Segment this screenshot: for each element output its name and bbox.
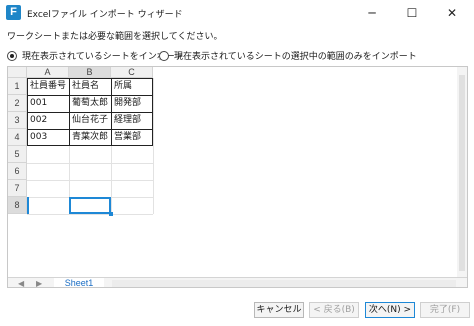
radio-button-unchecked[interactable] bbox=[159, 50, 169, 61]
window-title: Excelファイル インポート ウィザード bbox=[27, 10, 183, 20]
cell-b3[interactable]: 仙台花子 bbox=[70, 112, 112, 129]
cell-c4[interactable]: 営業部 bbox=[112, 129, 154, 146]
cell-c1[interactable]: 所属 bbox=[112, 78, 154, 95]
column-header-a[interactable]: A bbox=[27, 67, 69, 78]
cancel-button[interactable]: キャンセル bbox=[254, 302, 304, 318]
row-header-6[interactable]: 6 bbox=[8, 163, 27, 180]
select-all-corner[interactable] bbox=[8, 67, 27, 78]
maximize-button[interactable]: ☐ bbox=[392, 0, 432, 26]
column-header-b[interactable]: B bbox=[69, 67, 111, 78]
app-icon: F bbox=[6, 5, 21, 20]
horizontal-scrollbar[interactable] bbox=[112, 280, 456, 287]
scrollbar-thumb[interactable] bbox=[459, 75, 465, 271]
row-header-5[interactable]: 5 bbox=[8, 146, 27, 163]
column-header-c[interactable]: C bbox=[111, 67, 153, 78]
radio-button-checked[interactable] bbox=[7, 50, 17, 61]
row-header-3[interactable]: 3 bbox=[8, 112, 27, 129]
sheet-preview[interactable]: A B C 1 2 3 4 5 6 7 8 社員番号 社員名 所属 001 葡萄… bbox=[7, 66, 468, 288]
cell-a1[interactable]: 社員番号 bbox=[28, 78, 70, 95]
next-button[interactable]: 次へ(N) > bbox=[365, 302, 415, 318]
instruction-text: ワークシートまたは必要な範囲を選択してください。 bbox=[7, 32, 223, 42]
minimize-button[interactable]: ─ bbox=[352, 0, 392, 26]
finish-button[interactable]: 完了(F) bbox=[420, 302, 470, 318]
vertical-scrollbar[interactable] bbox=[457, 67, 467, 277]
fill-handle[interactable] bbox=[109, 212, 113, 216]
row-8-active-marker bbox=[27, 197, 29, 214]
sheet-tab-bar: ◀ ▶ Sheet1 bbox=[8, 277, 467, 287]
cell-c2[interactable]: 開発部 bbox=[112, 95, 154, 112]
row-header-7[interactable]: 7 bbox=[8, 180, 27, 197]
cell-b4[interactable]: 青葉次郎 bbox=[70, 129, 112, 146]
option-import-range[interactable]: 現在表示されているシートの選択中の範囲のみをインポート bbox=[159, 49, 417, 62]
option-import-sheet[interactable]: 現在表示されているシートをインポート bbox=[7, 49, 184, 62]
tab-scroll-left-icon[interactable]: ◀ bbox=[18, 278, 24, 287]
cell-c3[interactable]: 経理部 bbox=[112, 112, 154, 129]
grid-line bbox=[27, 163, 153, 164]
cell-a3[interactable]: 002 bbox=[28, 112, 70, 129]
row-header-1[interactable]: 1 bbox=[8, 78, 27, 95]
grid-line bbox=[27, 214, 153, 215]
option-label: 現在表示されているシートの選択中の範囲のみをインポート bbox=[174, 52, 417, 62]
cell-a2[interactable]: 001 bbox=[28, 95, 70, 112]
cell-a4[interactable]: 003 bbox=[28, 129, 70, 146]
grid-line bbox=[27, 180, 153, 181]
title-bar: F Excelファイル インポート ウィザード ─ ☐ ✕ bbox=[0, 0, 474, 26]
row-header-8[interactable]: 8 bbox=[8, 197, 27, 214]
row-header-2[interactable]: 2 bbox=[8, 95, 27, 112]
selected-cell[interactable] bbox=[69, 197, 111, 214]
back-button[interactable]: < 戻る(B) bbox=[309, 302, 359, 318]
row-header-4[interactable]: 4 bbox=[8, 129, 27, 146]
cell-b2[interactable]: 葡萄太郎 bbox=[70, 95, 112, 112]
close-button[interactable]: ✕ bbox=[432, 0, 472, 26]
tab-sheet1[interactable]: Sheet1 bbox=[54, 278, 104, 287]
tab-scroll-right-icon[interactable]: ▶ bbox=[36, 278, 42, 287]
cell-b1[interactable]: 社員名 bbox=[70, 78, 112, 95]
